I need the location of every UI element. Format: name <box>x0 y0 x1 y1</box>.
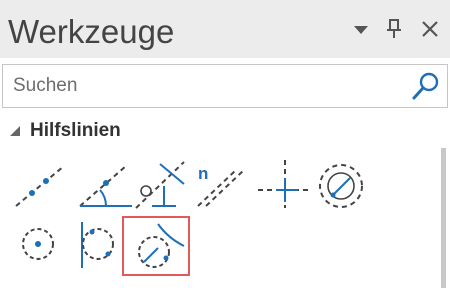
svg-text:n: n <box>198 164 208 183</box>
vertical-scrollbar[interactable] <box>441 148 446 288</box>
angle-line-icon <box>79 165 132 207</box>
circle-tangent-curve-icon <box>138 223 185 268</box>
circle-tangent-line-icon <box>81 222 114 268</box>
line-icon <box>15 165 65 207</box>
tool-line[interactable] <box>10 158 68 210</box>
perpendicular-line-icon <box>135 161 185 209</box>
tool-perpendicular-line[interactable] <box>134 158 192 210</box>
panel-menu-button[interactable] <box>350 18 372 40</box>
search-icon[interactable] <box>411 71 441 101</box>
search-input[interactable] <box>13 73 393 99</box>
parallel-line-icon: n <box>197 164 245 207</box>
collapse-triangle-icon <box>10 126 20 136</box>
chevron-down-icon <box>354 26 368 34</box>
circle-point-icon <box>22 228 54 260</box>
search-box <box>2 64 448 108</box>
tool-circle-point[interactable] <box>10 218 68 270</box>
tool-circle-tangent-curve[interactable] <box>122 216 190 276</box>
tool-circle-center[interactable] <box>312 158 370 210</box>
tool-angle-line[interactable] <box>76 158 134 210</box>
panel-titlebar: Werkzeuge <box>0 0 450 58</box>
tool-parallel-line[interactable]: n <box>192 158 250 210</box>
tool-circle-tangent-line[interactable] <box>68 218 126 270</box>
section-label: Hilfslinien <box>30 120 121 141</box>
panel-title: Werkzeuge <box>8 13 175 50</box>
section-header-hilfslinien[interactable]: Hilfslinien <box>8 118 121 144</box>
circle-center-icon <box>319 164 363 208</box>
tool-crosshair[interactable] <box>256 158 314 210</box>
crosshair-icon <box>258 160 312 208</box>
close-button[interactable] <box>419 18 441 40</box>
pin-icon <box>387 19 401 38</box>
pin-button[interactable] <box>383 18 405 40</box>
close-icon <box>422 21 438 37</box>
